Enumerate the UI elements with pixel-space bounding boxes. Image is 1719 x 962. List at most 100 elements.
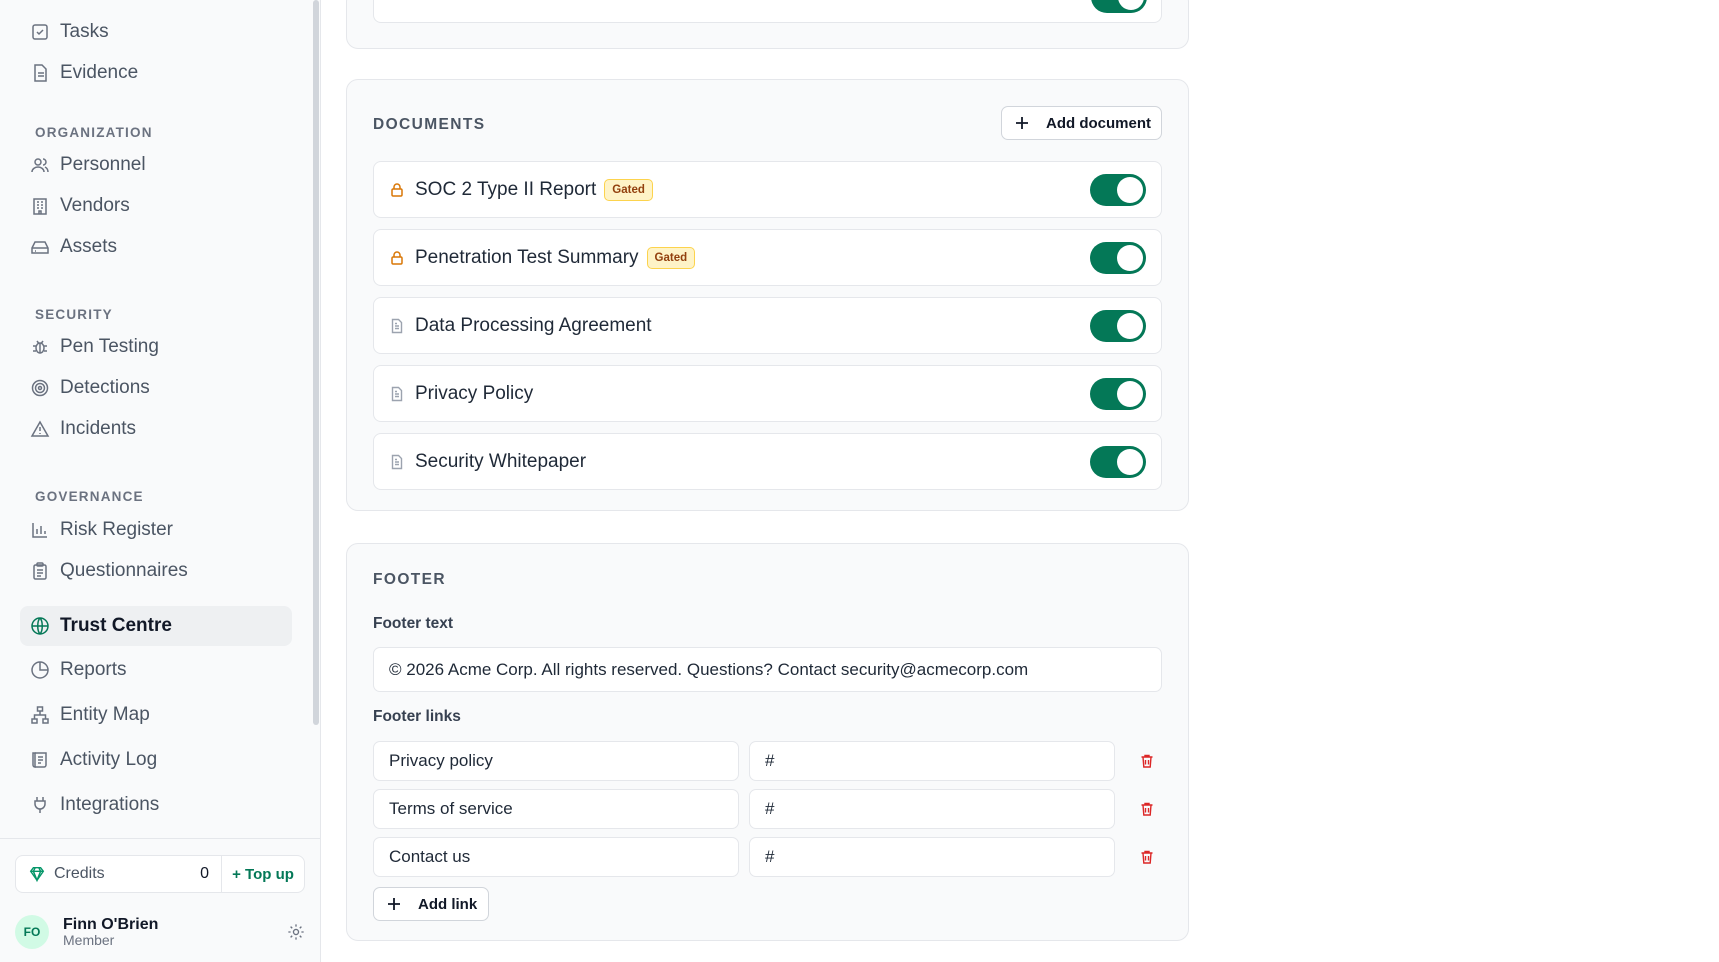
footer-link-url-input[interactable]: # bbox=[749, 837, 1115, 877]
user-role: Member bbox=[63, 931, 115, 948]
add-link-button[interactable]: Add link bbox=[373, 887, 490, 921]
document-name: SOC 2 Type II Report bbox=[415, 178, 597, 200]
sidebar-item-incidents[interactable]: Incidents bbox=[20, 409, 292, 449]
building-icon bbox=[30, 196, 50, 216]
drive-icon bbox=[30, 237, 50, 257]
footer-link-url-input[interactable]: # bbox=[749, 789, 1115, 829]
trash-icon[interactable] bbox=[1139, 801, 1155, 817]
plus-icon bbox=[388, 898, 400, 910]
document-visibility-toggle[interactable] bbox=[1090, 242, 1146, 274]
previous-section-card bbox=[346, 0, 1189, 49]
section-label-organization: ORGANIZATION bbox=[35, 125, 153, 140]
document-visibility-toggle[interactable] bbox=[1090, 446, 1146, 478]
sidebar-item-label: Detections bbox=[60, 377, 150, 398]
footer-link-url-input[interactable]: # bbox=[749, 741, 1115, 781]
footer-link-label-input[interactable]: Privacy policy bbox=[373, 741, 739, 781]
sidebar-item-pen-testing[interactable]: Pen Testing bbox=[20, 327, 292, 367]
sidebar-item-activity-log[interactable]: Activity Log bbox=[20, 740, 292, 780]
sidebar: Tasks Evidence ORGANIZATION Personnel Ve… bbox=[0, 0, 321, 962]
sidebar-item-questionnaires[interactable]: Questionnaires bbox=[20, 551, 292, 591]
footer-text-input[interactable]: © 2026 Acme Corp. All rights reserved. Q… bbox=[373, 647, 1162, 692]
credits-count: 0 bbox=[200, 865, 209, 882]
footer-link-label-input[interactable]: Contact us bbox=[373, 837, 739, 877]
warning-icon bbox=[30, 419, 50, 439]
sidebar-item-label: Evidence bbox=[60, 62, 139, 83]
plug-icon bbox=[30, 795, 50, 815]
network-icon bbox=[30, 705, 50, 725]
globe-icon bbox=[30, 616, 50, 636]
sidebar-item-label: Trust Centre bbox=[60, 615, 172, 636]
sidebar-item-label: Integrations bbox=[60, 794, 160, 815]
checkbox-icon bbox=[30, 22, 50, 42]
avatar: FO bbox=[15, 915, 49, 949]
pie-chart-icon bbox=[30, 660, 50, 680]
document-row: Privacy Policy bbox=[373, 365, 1162, 422]
footer-text-label: Footer text bbox=[373, 615, 454, 632]
sidebar-item-label: Questionnaires bbox=[60, 560, 188, 581]
trash-icon[interactable] bbox=[1139, 849, 1155, 865]
document-name: Penetration Test Summary bbox=[415, 246, 639, 268]
sidebar-item-vendors[interactable]: Vendors bbox=[20, 186, 292, 226]
sidebar-item-evidence[interactable]: Evidence bbox=[20, 53, 292, 93]
gated-badge: Gated bbox=[604, 178, 653, 201]
sidebar-scrollbar[interactable] bbox=[313, 0, 319, 725]
users-icon bbox=[30, 155, 50, 175]
sidebar-item-label: Personnel bbox=[60, 154, 146, 175]
sidebar-item-assets[interactable]: Assets bbox=[20, 227, 292, 267]
section-label-security: SECURITY bbox=[35, 307, 113, 322]
sidebar-item-personnel[interactable]: Personnel bbox=[20, 145, 292, 185]
sidebar-item-risk-register[interactable]: Risk Register bbox=[20, 510, 292, 550]
bug-icon bbox=[30, 337, 50, 357]
document-row: Data Processing Agreement bbox=[373, 297, 1162, 354]
file-text-icon bbox=[391, 318, 403, 333]
document-visibility-toggle[interactable] bbox=[1090, 378, 1146, 410]
document-row: Penetration Test Summary Gated bbox=[373, 229, 1162, 286]
trash-icon[interactable] bbox=[1139, 753, 1155, 769]
add-document-label: Add document bbox=[1046, 114, 1151, 132]
toggle-switch[interactable] bbox=[1091, 0, 1147, 13]
radar-icon bbox=[30, 378, 50, 398]
sidebar-item-label: Activity Log bbox=[60, 749, 158, 770]
documents-card: DOCUMENTS Add document SOC 2 Type II Rep… bbox=[346, 79, 1189, 511]
bar-chart-icon bbox=[30, 520, 50, 540]
scroll-icon bbox=[30, 750, 50, 770]
plus-icon bbox=[1016, 117, 1028, 129]
add-link-label: Add link bbox=[418, 895, 478, 913]
gem-icon bbox=[29, 866, 45, 883]
sidebar-item-integrations[interactable]: Integrations bbox=[20, 785, 292, 825]
document-visibility-toggle[interactable] bbox=[1090, 310, 1146, 342]
credits-display: Credits 0 bbox=[16, 856, 222, 892]
sidebar-item-tasks[interactable]: Tasks bbox=[20, 12, 292, 52]
user-name: Finn O'Brien bbox=[63, 915, 159, 933]
document-name: Security Whitepaper bbox=[415, 450, 587, 472]
footer-card: FOOTER Footer text © 2026 Acme Corp. All… bbox=[346, 543, 1189, 941]
documents-title: DOCUMENTS bbox=[373, 116, 486, 133]
section-label-governance: GOVERNANCE bbox=[35, 489, 144, 504]
sidebar-item-trust-centre[interactable]: Trust Centre bbox=[20, 606, 292, 646]
footer-links-label: Footer links bbox=[373, 708, 461, 725]
top-up-button[interactable]: + Top up bbox=[222, 866, 304, 883]
document-visibility-toggle[interactable] bbox=[1090, 174, 1146, 206]
document-row: SOC 2 Type II Report Gated bbox=[373, 161, 1162, 218]
footer-title: FOOTER bbox=[373, 571, 446, 588]
file-text-icon bbox=[391, 386, 403, 401]
gear-icon[interactable] bbox=[287, 923, 305, 941]
sidebar-item-reports[interactable]: Reports bbox=[20, 650, 292, 690]
document-name: Privacy Policy bbox=[415, 382, 534, 404]
file-text-icon bbox=[391, 454, 403, 469]
lock-icon bbox=[391, 250, 403, 265]
sidebar-item-label: Entity Map bbox=[60, 704, 150, 725]
footer-link-label-input[interactable]: Terms of service bbox=[373, 789, 739, 829]
gated-badge: Gated bbox=[646, 246, 696, 269]
app: Tasks Evidence ORGANIZATION Personnel Ve… bbox=[0, 0, 1719, 962]
sidebar-item-label: Tasks bbox=[60, 21, 109, 42]
lock-icon bbox=[391, 182, 403, 197]
sidebar-item-label: Incidents bbox=[60, 418, 137, 439]
user-profile[interactable]: FO Finn O'Brien Member bbox=[15, 912, 305, 952]
add-document-button[interactable]: Add document bbox=[1001, 106, 1162, 140]
sidebar-item-label: Vendors bbox=[60, 195, 130, 216]
file-icon bbox=[30, 63, 50, 83]
sidebar-nav: Tasks Evidence ORGANIZATION Personnel Ve… bbox=[0, 0, 321, 838]
sidebar-item-detections[interactable]: Detections bbox=[20, 368, 292, 408]
sidebar-item-entity-map[interactable]: Entity Map bbox=[20, 695, 292, 735]
